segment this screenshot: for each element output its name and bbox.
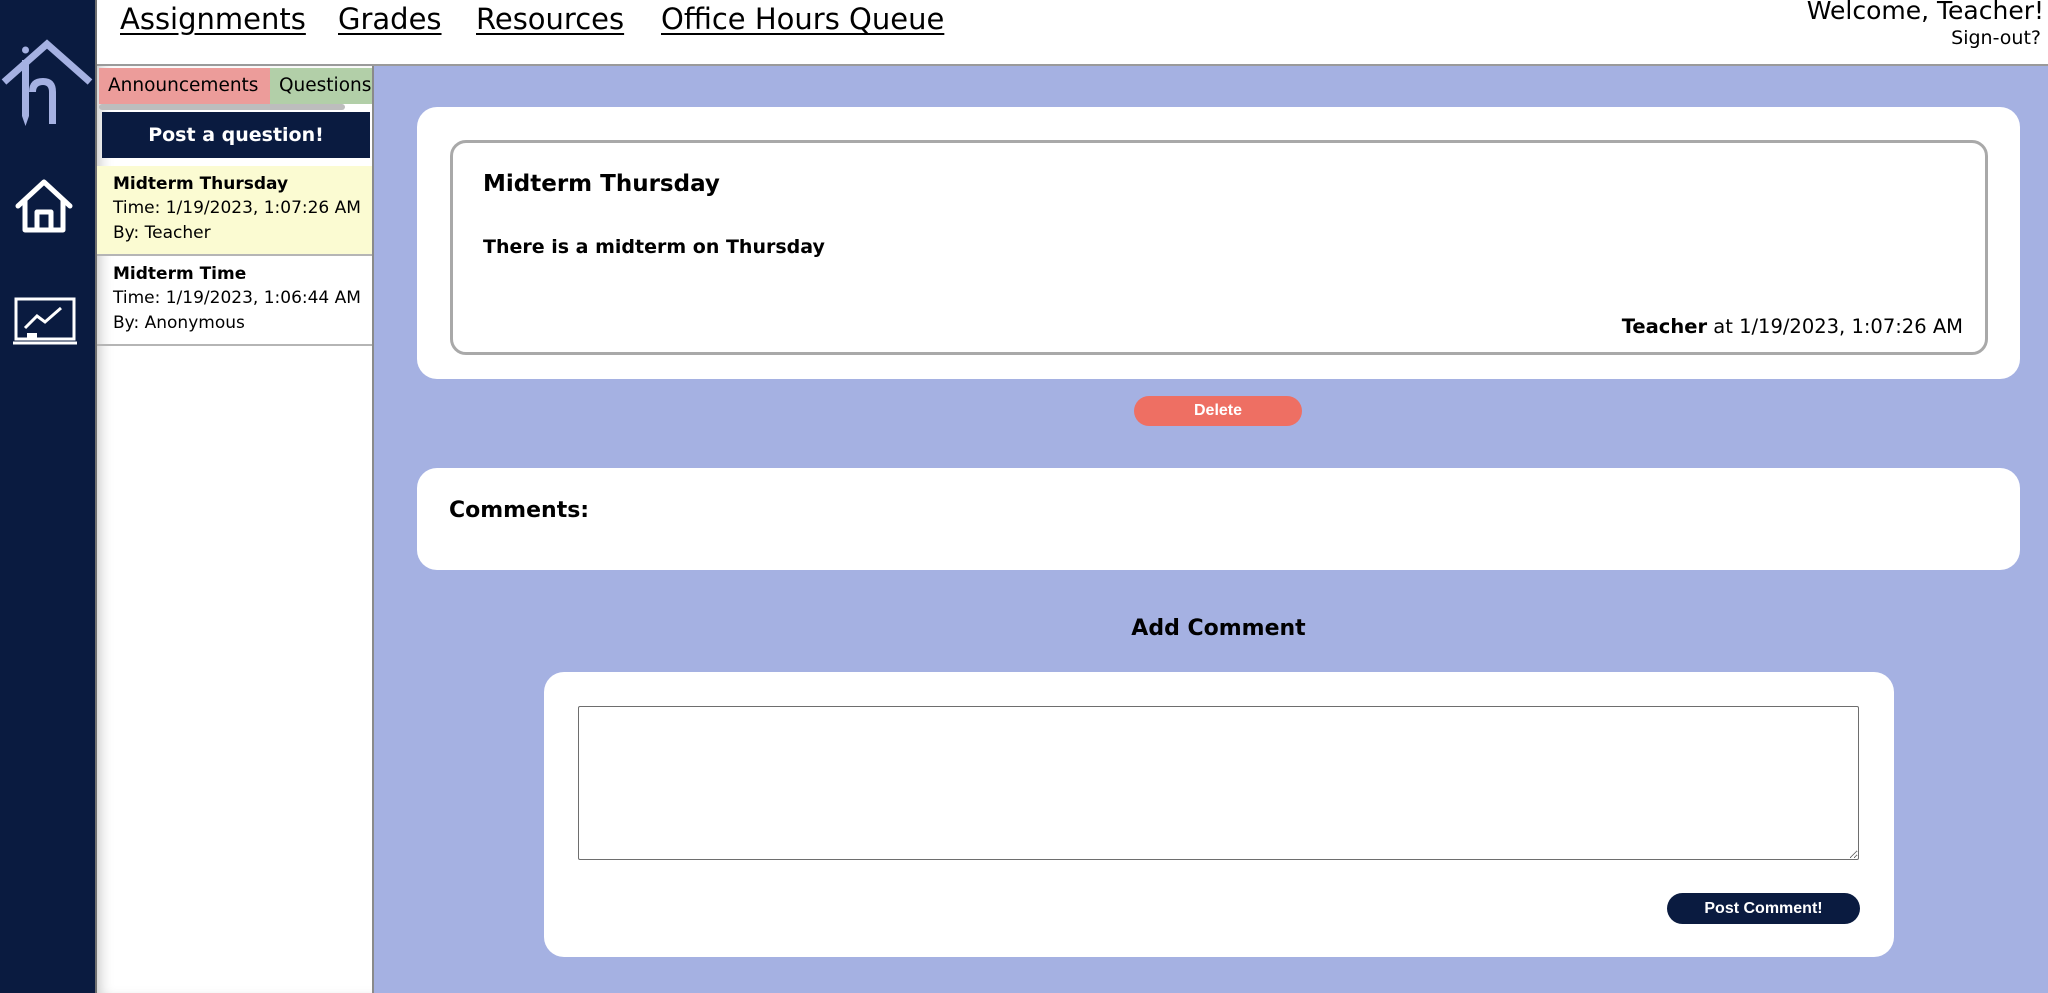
icon-rail xyxy=(0,0,97,993)
post-body: There is a midterm on Thursday xyxy=(483,236,825,258)
panel-tabs: Announcements Questions xyxy=(99,68,372,104)
add-comment-card: Post Comment! xyxy=(544,672,1894,957)
home-icon[interactable] xyxy=(14,178,74,234)
post-meta: Teacher at 1/19/2023, 1:07:26 AM xyxy=(1622,315,1963,338)
posts-panel: Announcements Questions Post a question!… xyxy=(97,66,374,993)
item-time: Time: 1/19/2023, 1:07:26 AM xyxy=(113,198,361,218)
post-timestamp: at 1/19/2023, 1:07:26 AM xyxy=(1707,315,1963,338)
nav-grades[interactable]: Grades xyxy=(338,2,442,36)
tab-announcements[interactable]: Announcements xyxy=(99,68,270,104)
post-author: Teacher xyxy=(1621,315,1708,338)
top-nav: Assignments Grades Resources Office Hour… xyxy=(97,0,2048,66)
sign-out-link[interactable]: Sign-out? xyxy=(1951,27,2041,49)
post-comment-button[interactable]: Post Comment! xyxy=(1667,893,1860,924)
add-comment-heading: Add Comment xyxy=(1131,616,1306,641)
item-time: Time: 1/19/2023, 1:06:44 AM xyxy=(113,288,361,308)
comments-label: Comments: xyxy=(449,498,590,523)
tab-questions[interactable]: Questions xyxy=(270,68,372,104)
item-title: Midterm Thursday xyxy=(113,174,289,194)
tabs-scrollbar[interactable] xyxy=(99,104,345,110)
post-card: Midterm Thursday There is a midterm on T… xyxy=(417,107,2020,379)
post-content: Midterm Thursday There is a midterm on T… xyxy=(450,140,1988,355)
item-title: Midterm Time xyxy=(113,264,247,284)
list-item[interactable]: Midterm Thursday Time: 1/19/2023, 1:07:2… xyxy=(97,166,372,256)
list-item[interactable]: Midterm Time Time: 1/19/2023, 1:06:44 AM… xyxy=(97,256,372,346)
item-author: By: Anonymous xyxy=(113,313,245,333)
post-question-button[interactable]: Post a question! xyxy=(102,112,370,158)
nav-office-hours-queue[interactable]: Office Hours Queue xyxy=(661,2,944,36)
nav-resources[interactable]: Resources xyxy=(476,2,624,36)
comment-textarea[interactable] xyxy=(578,706,1859,860)
welcome-text: Welcome, Teacher! xyxy=(1806,0,2044,25)
item-author: By: Teacher xyxy=(113,223,211,243)
comments-card: Comments: xyxy=(417,468,2020,570)
nav-assignments[interactable]: Assignments xyxy=(120,2,306,36)
classroom-board-icon[interactable] xyxy=(13,296,77,348)
post-title: Midterm Thursday xyxy=(483,171,720,197)
delete-button[interactable]: Delete xyxy=(1134,396,1302,426)
logo-icon[interactable] xyxy=(0,34,94,130)
